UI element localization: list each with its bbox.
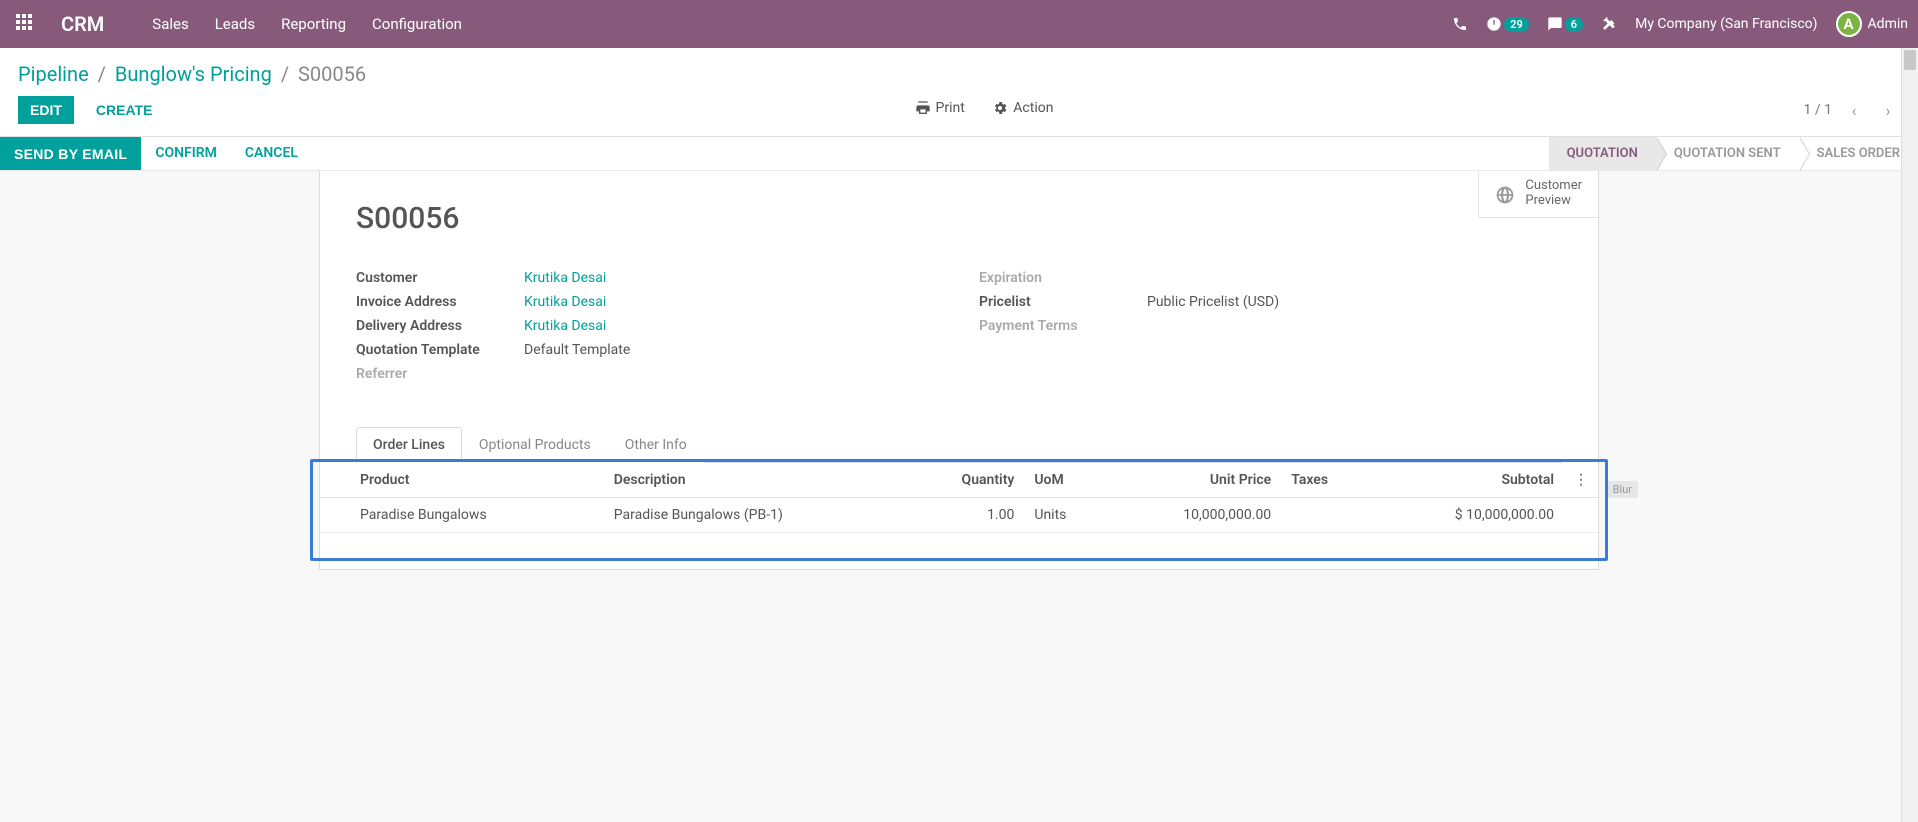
- order-lines-table: Product Description Quantity UoM Unit Pr…: [320, 463, 1598, 559]
- menu-sales[interactable]: Sales: [152, 15, 188, 33]
- menu-leads[interactable]: Leads: [215, 15, 255, 33]
- quotation-template-label: Quotation Template: [356, 342, 524, 358]
- cell-uom: Units: [1024, 498, 1108, 533]
- brand-title[interactable]: CRM: [61, 12, 104, 36]
- delivery-address-label: Delivery Address: [356, 318, 524, 334]
- invoice-address-label: Invoice Address: [356, 294, 524, 310]
- delivery-address-value[interactable]: Krutika Desai: [524, 318, 606, 334]
- action-button[interactable]: Action: [992, 100, 1053, 116]
- confirm-button[interactable]: CONFIRM: [141, 137, 231, 170]
- payment-terms-label: Payment Terms: [979, 318, 1147, 334]
- pricelist-label: Pricelist: [979, 294, 1147, 310]
- messages-badge: 6: [1565, 17, 1583, 32]
- cell-description: Paradise Bungalows (PB-1): [604, 498, 908, 533]
- invoice-address-value[interactable]: Krutika Desai: [524, 294, 606, 310]
- status-quotation-sent[interactable]: QUOTATION SENT: [1656, 137, 1799, 170]
- control-panel: Pipeline / Bunglow's Pricing / S00056 ED…: [0, 48, 1918, 137]
- edit-button[interactable]: EDIT: [18, 96, 74, 124]
- breadcrumb-pipeline[interactable]: Pipeline: [18, 62, 89, 86]
- scrollbar[interactable]: [1901, 48, 1918, 822]
- company-switcher[interactable]: My Company (San Francisco): [1635, 16, 1817, 32]
- col-description[interactable]: Description: [604, 463, 908, 498]
- pager-prev[interactable]: ‹: [1842, 98, 1866, 122]
- cancel-button[interactable]: CANCEL: [231, 137, 312, 170]
- statbox-line1: Customer: [1525, 179, 1582, 194]
- col-uom[interactable]: UoM: [1024, 463, 1108, 498]
- main-menu: Sales Leads Reporting Configuration: [152, 15, 462, 33]
- status-quotation[interactable]: QUOTATION: [1549, 137, 1656, 170]
- col-taxes[interactable]: Taxes: [1281, 463, 1372, 498]
- tab-order-lines[interactable]: Order Lines: [356, 427, 462, 463]
- customer-preview-button[interactable]: Customer Preview: [1479, 171, 1598, 217]
- statbox-line2: Preview: [1525, 194, 1582, 209]
- col-options-icon[interactable]: ⋮: [1564, 463, 1598, 498]
- create-button[interactable]: CREATE: [84, 96, 165, 124]
- activities-badge: 29: [1504, 17, 1529, 32]
- blur-tag: Blur: [1607, 481, 1638, 498]
- pricelist-value: Public Pricelist (USD): [1147, 294, 1562, 310]
- cell-taxes: [1281, 498, 1372, 533]
- top-navbar: CRM Sales Leads Reporting Configuration …: [0, 0, 1918, 48]
- fields-left: Customer Krutika Desai Invoice Address K…: [356, 266, 939, 386]
- status-bar: SEND BY EMAIL CONFIRM CANCEL QUOTATION Q…: [0, 137, 1918, 171]
- messages-icon[interactable]: 6: [1547, 16, 1583, 32]
- customer-label: Customer: [356, 270, 524, 286]
- tab-other-info[interactable]: Other Info: [608, 427, 704, 463]
- print-label: Print: [936, 100, 965, 116]
- referrer-label: Referrer: [356, 366, 524, 382]
- fields-right: Expiration Pricelist Public Pricelist (U…: [979, 266, 1562, 386]
- breadcrumb-quotation-name[interactable]: Bunglow's Pricing: [115, 62, 272, 86]
- action-label: Action: [1013, 100, 1053, 116]
- breadcrumb-current: S00056: [298, 62, 366, 86]
- scrollbar-thumb[interactable]: [1904, 50, 1916, 70]
- apps-icon[interactable]: [16, 14, 36, 34]
- tabs: Order Lines Optional Products Other Info: [356, 426, 1562, 463]
- globe-icon: [1495, 183, 1515, 204]
- send-by-email-button[interactable]: SEND BY EMAIL: [0, 137, 141, 170]
- tab-optional-products[interactable]: Optional Products: [462, 427, 608, 463]
- table-row[interactable]: Paradise Bungalows Paradise Bungalows (P…: [320, 498, 1598, 533]
- breadcrumb: Pipeline / Bunglow's Pricing / S00056: [0, 48, 1918, 96]
- pager-text: 1 / 1: [1804, 102, 1832, 118]
- menu-reporting[interactable]: Reporting: [281, 15, 346, 33]
- col-product[interactable]: Product: [320, 463, 604, 498]
- user-menu[interactable]: A Admin: [1836, 11, 1908, 37]
- customer-value[interactable]: Krutika Desai: [524, 270, 606, 286]
- cell-quantity: 1.00: [907, 498, 1024, 533]
- col-quantity[interactable]: Quantity: [907, 463, 1024, 498]
- table-header-row: Product Description Quantity UoM Unit Pr…: [320, 463, 1598, 498]
- expiration-label: Expiration: [979, 270, 1147, 286]
- user-avatar: A: [1836, 11, 1862, 37]
- menu-configuration[interactable]: Configuration: [372, 15, 462, 33]
- record-title: S00056: [356, 201, 1562, 236]
- col-unit-price[interactable]: Unit Price: [1108, 463, 1281, 498]
- phone-icon[interactable]: [1452, 16, 1468, 32]
- quotation-template-value: Default Template: [524, 342, 939, 358]
- cell-subtotal: $ 10,000,000.00: [1372, 498, 1564, 533]
- activities-icon[interactable]: 29: [1486, 16, 1529, 32]
- cell-product: Paradise Bungalows: [320, 498, 604, 533]
- company-name: My Company (San Francisco): [1635, 16, 1817, 32]
- status-steps: QUOTATION QUOTATION SENT SALES ORDER: [1549, 137, 1918, 170]
- settings-icon[interactable]: [1601, 16, 1617, 32]
- form-sheet: Customer Preview Blur S00056 Customer Kr…: [319, 171, 1599, 570]
- print-icon: [915, 100, 931, 116]
- col-subtotal[interactable]: Subtotal: [1372, 463, 1564, 498]
- cell-unit-price: 10,000,000.00: [1108, 498, 1281, 533]
- pager-next[interactable]: ›: [1876, 98, 1900, 122]
- user-name: Admin: [1868, 16, 1908, 32]
- print-button[interactable]: Print: [915, 100, 965, 116]
- gear-icon: [992, 100, 1008, 116]
